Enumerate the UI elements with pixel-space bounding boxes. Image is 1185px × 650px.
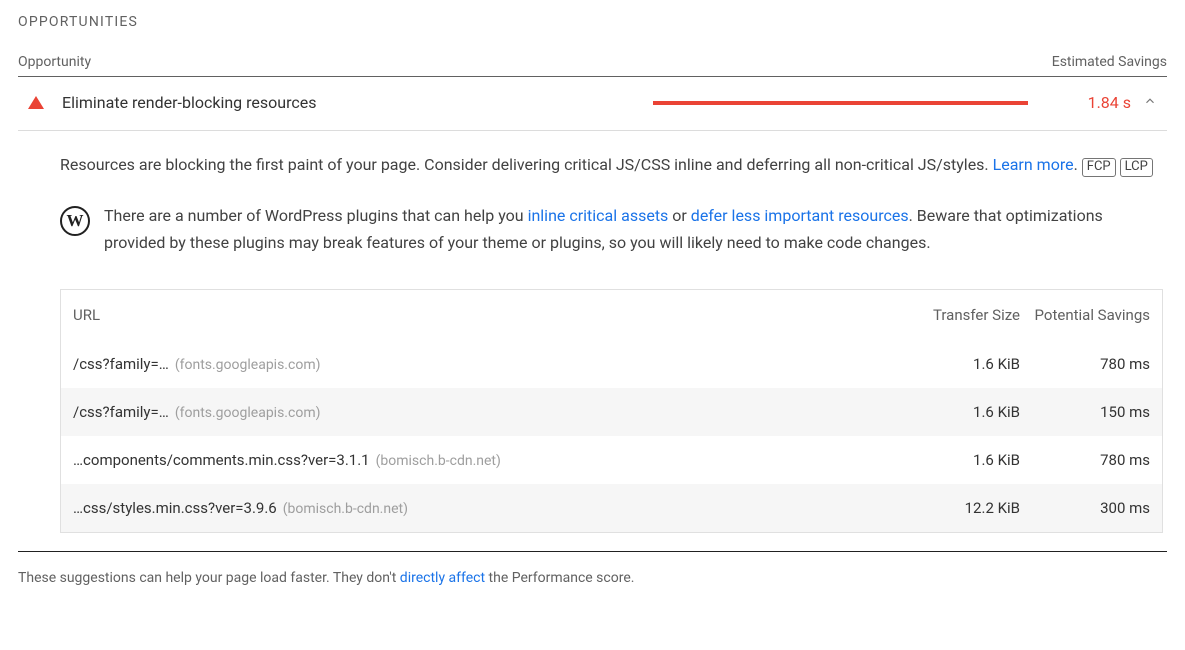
url-host: (bomisch.b-cdn.net) <box>376 453 501 469</box>
header-potential-savings: Potential Savings <box>1020 306 1150 324</box>
footer-note: These suggestions can help your page loa… <box>18 552 1167 586</box>
wp-pre: There are a number of WordPress plugins … <box>104 206 528 225</box>
wordpress-text: There are a number of WordPress plugins … <box>104 202 1167 256</box>
lcp-tag: LCP <box>1120 158 1153 177</box>
description-text: Resources are blocking the first paint o… <box>60 155 993 174</box>
header-estimated-savings: Estimated Savings <box>1052 54 1167 70</box>
wordpress-icon: W <box>60 206 90 236</box>
fail-triangle-icon <box>28 96 44 109</box>
url-path: /css?family=… <box>73 355 169 373</box>
transfer-size: 1.6 KiB <box>840 355 1020 373</box>
resources-table: URL Transfer Size Potential Savings /css… <box>60 289 1163 533</box>
opportunity-details: Resources are blocking the first paint o… <box>18 131 1167 533</box>
directly-affect-link[interactable]: directly affect <box>400 570 485 586</box>
wordpress-hint: W There are a number of WordPress plugin… <box>60 202 1167 256</box>
transfer-size: 12.2 KiB <box>840 499 1020 517</box>
url-path: /css?family=… <box>73 403 169 421</box>
footer-post: the Performance score. <box>485 570 634 586</box>
chevron-up-icon[interactable] <box>1143 94 1157 112</box>
potential-savings: 780 ms <box>1020 451 1150 469</box>
wp-or: or <box>668 206 690 225</box>
table-row: …css/styles.min.css?ver=3.9.6 (bomisch.b-… <box>61 484 1162 532</box>
url-host: (fonts.googleapis.com) <box>175 357 321 373</box>
url-host: (fonts.googleapis.com) <box>175 405 321 421</box>
header-url: URL <box>73 306 840 324</box>
inline-critical-link[interactable]: inline critical assets <box>528 206 669 225</box>
section-title: OPPORTUNITIES <box>18 14 1167 30</box>
column-headers: Opportunity Estimated Savings <box>18 48 1167 77</box>
table-row: …components/comments.min.css?ver=3.1.1 (b… <box>61 436 1162 484</box>
transfer-size: 1.6 KiB <box>840 403 1020 421</box>
fcp-tag: FCP <box>1082 158 1116 177</box>
potential-savings: 780 ms <box>1020 355 1150 373</box>
header-transfer-size: Transfer Size <box>840 306 1020 324</box>
header-opportunity: Opportunity <box>18 54 91 70</box>
period: . <box>1074 155 1078 174</box>
defer-resources-link[interactable]: defer less important resources <box>691 206 909 225</box>
opportunity-title: Eliminate render-blocking resources <box>62 93 316 112</box>
url-path: …css/styles.min.css?ver=3.9.6 <box>73 499 277 517</box>
description: Resources are blocking the first paint o… <box>60 151 1167 178</box>
transfer-size: 1.6 KiB <box>840 451 1020 469</box>
savings-bar <box>653 101 1028 105</box>
opportunity-row[interactable]: Eliminate render-blocking resources 1.84… <box>18 89 1167 131</box>
footer-pre: These suggestions can help your page loa… <box>18 570 400 586</box>
table-row: /css?family=… (fonts.googleapis.com) 1.6 K… <box>61 340 1162 388</box>
table-row: /css?family=… (fonts.googleapis.com) 1.6 K… <box>61 388 1162 436</box>
potential-savings: 300 ms <box>1020 499 1150 517</box>
potential-savings: 150 ms <box>1020 403 1150 421</box>
url-path: …components/comments.min.css?ver=3.1.1 <box>73 451 370 469</box>
savings-value: 1.84 s <box>1088 93 1131 112</box>
table-header: URL Transfer Size Potential Savings <box>61 290 1162 340</box>
learn-more-link[interactable]: Learn more <box>993 155 1074 174</box>
url-host: (bomisch.b-cdn.net) <box>283 501 408 517</box>
